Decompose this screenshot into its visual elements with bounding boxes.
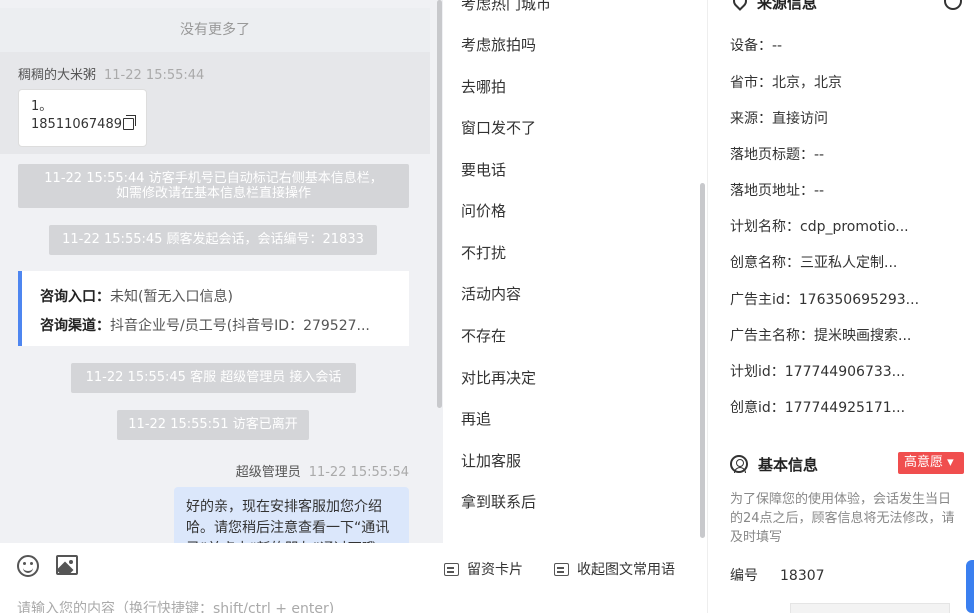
customer-id-label: 编号	[730, 568, 758, 584]
customer-info-panel: 来源信息 设备：-- 省市：北京，北京 来源：直接访问 落地页标题：-- 落地页…	[707, 0, 974, 613]
image-icon[interactable]	[56, 555, 78, 575]
source-row: 计划名称：cdp_promotio...	[730, 219, 909, 235]
user-icon	[730, 455, 748, 473]
message-icon	[554, 563, 569, 576]
phrase-item[interactable]: 拿到联系后	[461, 491, 536, 512]
consult-channel-label: 咨询渠道：	[40, 318, 110, 334]
consult-entry-row: 咨询入口：未知(暂无入口信息)	[40, 283, 400, 312]
visitor-header: 稠稠的大米粥 11-22 15:55:44	[18, 64, 204, 83]
system-message-session-start: 11-22 15:55:45 顾客发起会话，会话编号：21833	[49, 225, 377, 255]
intent-level-dropdown[interactable]: 高意愿 ▾	[898, 452, 964, 474]
visitor-name: 稠稠的大米粥	[18, 68, 97, 83]
leave-card-label: 留资卡片	[467, 562, 523, 578]
agent-header: 超级管理员 11-22 15:55:54	[236, 461, 409, 480]
collapse-phrases-label: 收起图文常用语	[577, 562, 675, 578]
customer-id-row: 编号 18307	[730, 565, 825, 585]
consult-channel-row: 咨询渠道：抖音企业号/员工号(抖音号ID：279527...	[40, 312, 400, 341]
visitor-bubble: 1。 18511067489	[18, 89, 147, 147]
edit-icon[interactable]	[944, 0, 962, 10]
source-info-header: 来源信息	[730, 0, 818, 13]
edit-deadline-note: 为了保障您的使用体验，会话发生当日的24点之后，顾客信息将无法修改，请及时填写	[730, 492, 955, 545]
agent-bubble: 好的亲，现在安排客服加您介绍哈。请您稍后注意查看一下“通讯录”并点击“新的朋友”…	[174, 487, 409, 543]
system-message-phone-marked: 11-22 15:55:44 访客手机号已自动标记右侧基本信息栏， 如需修改请在…	[18, 164, 409, 208]
source-row: 计划id：177744906733...	[730, 364, 906, 380]
chat-input-area: 请输入您的内容（换行快捷键：shift/ctrl + enter)	[0, 543, 443, 613]
phrase-item[interactable]: 考虑热门城市	[461, 0, 551, 14]
source-row: 广告主id：176350695293...	[730, 292, 920, 308]
visitor-time: 11-22 15:55:44	[104, 68, 205, 83]
phrase-item[interactable]: 考虑旅拍吗	[461, 34, 536, 55]
source-info-title: 来源信息	[757, 0, 818, 12]
customer-id-value: 18307	[780, 568, 825, 584]
collapse-phrases-button[interactable]: 收起图文常用语	[554, 559, 675, 579]
leave-card-button[interactable]: 留资卡片	[444, 559, 523, 579]
source-row: 创意名称：三亚私人定制...	[730, 255, 898, 271]
phrase-item[interactable]: 活动内容	[461, 283, 521, 304]
phrase-item[interactable]: 窗口发不了	[461, 117, 536, 138]
source-row: 落地页地址：--	[730, 183, 825, 199]
copy-icon[interactable]	[122, 115, 136, 130]
phrase-item[interactable]: 去哪拍	[461, 76, 506, 97]
source-row: 广告主名称：提米映画搜索...	[730, 328, 912, 344]
system-message-visitor-left: 11-22 15:55:51 访客已离开	[117, 410, 309, 440]
consult-entry-label: 咨询入口：	[40, 289, 110, 305]
phrase-item[interactable]: 要电话	[461, 159, 506, 180]
phrase-item[interactable]: 问价格	[461, 200, 506, 221]
message-input[interactable]: 请输入您的内容（换行快捷键：shift/ctrl + enter)	[17, 598, 334, 613]
info-field-input[interactable]	[790, 603, 950, 613]
chat-panel: 没有更多了 稠稠的大米粥 11-22 15:55:44 1。 1851106748…	[0, 0, 443, 613]
quick-phrase-list: 考虑热门城市 考虑旅拍吗 去哪拍 窗口发不了 要电话 问价格 不打扰 活动内容 …	[443, 0, 707, 543]
phrase-scrollbar[interactable]	[700, 183, 705, 538]
system-message-line1: 11-22 15:55:44 访客手机号已自动标记右侧基本信息栏，	[44, 171, 383, 186]
card-icon	[444, 563, 459, 576]
visitor-text-line1: 1。	[31, 99, 53, 114]
phrase-item[interactable]: 再追	[461, 408, 491, 429]
no-more-hint: 没有更多了	[0, 8, 430, 52]
system-message-agent-joined: 11-22 15:55:45 客服 超级管理员 接入会话	[71, 363, 356, 393]
phrase-item[interactable]: 对比再决定	[461, 367, 536, 388]
consult-channel-value: 抖音企业号/员工号(抖音号ID：279527...	[110, 318, 370, 334]
source-row: 落地页标题：--	[730, 147, 825, 163]
source-row: 创意id：177744925171...	[730, 400, 906, 416]
system-message-line2: 如需修改请在基本信息栏直接操作	[115, 186, 311, 201]
emoji-icon[interactable]	[17, 555, 39, 577]
source-row: 来源：直接访问	[730, 111, 828, 127]
phrase-toolbar: 留资卡片 收起图文常用语	[443, 543, 707, 613]
location-icon	[730, 0, 750, 11]
source-row: 设备：--	[730, 38, 783, 54]
basic-info-header: 基本信息	[730, 454, 818, 475]
chat-scrollbar[interactable]	[437, 0, 442, 408]
consult-entry-value: 未知(暂无入口信息)	[110, 289, 233, 305]
chat-message-list[interactable]: 没有更多了 稠稠的大米粥 11-22 15:55:44 1。 1851106748…	[0, 0, 430, 543]
visitor-phone: 18511067489	[31, 117, 122, 132]
phrase-item[interactable]: 不打扰	[461, 242, 506, 263]
agent-time: 11-22 15:55:54	[308, 465, 409, 480]
source-row: 省市：北京，北京	[730, 75, 842, 91]
agent-name: 超级管理员	[235, 465, 301, 480]
consult-source-card: 咨询入口：未知(暂无入口信息) 咨询渠道：抖音企业号/员工号(抖音号ID：279…	[18, 271, 409, 346]
phrase-item[interactable]: 让加客服	[461, 450, 521, 471]
visitor-message: 稠稠的大米粥 11-22 15:55:44 1。 18511067489	[0, 52, 430, 154]
phrase-item[interactable]: 不存在	[461, 325, 506, 346]
side-float-tab[interactable]	[966, 560, 974, 613]
basic-info-title: 基本信息	[758, 456, 819, 474]
